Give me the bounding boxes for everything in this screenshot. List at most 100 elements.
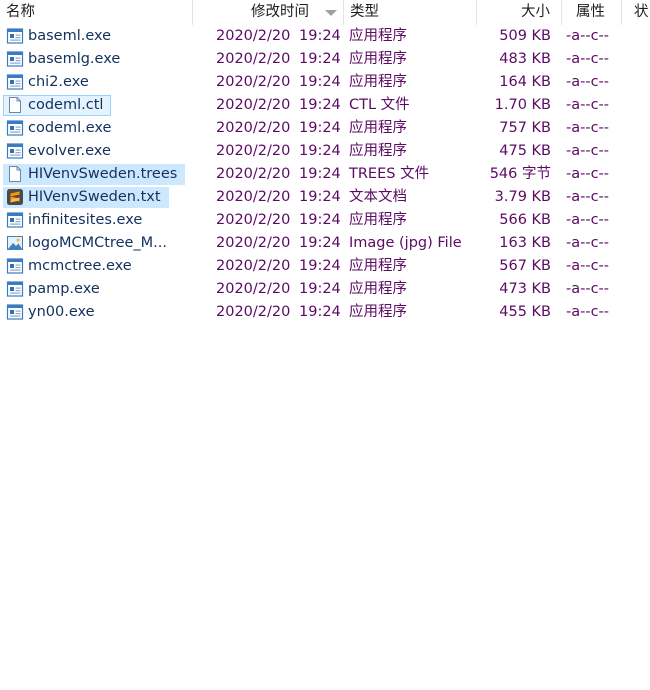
file-date: 2020/2/20 (216, 304, 291, 320)
file-name: basemlg.exe (28, 51, 121, 67)
file-row[interactable]: HIVenvSweden.trees 2020/2/20 19:24 TREES 文件… (0, 163, 650, 186)
file-attributes: -a--c-- (566, 143, 610, 159)
file-row[interactable]: infinitesites.exe 2020/2/20 19:24 应用程序 566 K… (0, 209, 650, 232)
file-list: baseml.exe 2020/2/20 19:24 应用程序 509 KB -a--c-… (0, 25, 650, 324)
exe-icon (6, 257, 24, 275)
file-type: 应用程序 (349, 51, 407, 67)
file-date: 2020/2/20 (216, 120, 291, 136)
column-header-name[interactable]: 名称 (0, 0, 193, 25)
file-name-cell[interactable]: codeml.exe (3, 118, 119, 139)
file-time: 19:24 (299, 304, 341, 320)
file-row[interactable]: logoMCMCtree_M... 2020/2/20 19:24 Image (jp… (0, 232, 650, 255)
file-name-cell[interactable]: pamp.exe (3, 279, 108, 300)
file-row[interactable]: pamp.exe 2020/2/20 19:24 应用程序 473 KB -a--c-- (0, 278, 650, 301)
file-date: 2020/2/20 (216, 281, 291, 297)
file-size: 163 KB (499, 235, 551, 251)
file-name-cell[interactable]: chi2.exe (3, 72, 97, 93)
file-icon (6, 96, 24, 114)
file-type: 应用程序 (349, 74, 407, 90)
exe-icon (6, 142, 24, 160)
file-size: 475 KB (499, 143, 551, 159)
file-row[interactable]: HIVenvSweden.txt 2020/2/20 19:24 文本文档 3.79 K… (0, 186, 650, 209)
file-row[interactable]: chi2.exe 2020/2/20 19:24 应用程序 164 KB -a--c-- (0, 71, 650, 94)
file-row[interactable]: codeml.ctl 2020/2/20 19:24 CTL 文件 1.70 KB -a-… (0, 94, 650, 117)
file-name: chi2.exe (28, 74, 89, 90)
file-size: 455 KB (499, 304, 551, 320)
file-attributes: -a--c-- (566, 189, 610, 205)
file-type: CTL 文件 (349, 97, 410, 113)
file-name: evolver.exe (28, 143, 111, 159)
file-row[interactable]: baseml.exe 2020/2/20 19:24 应用程序 509 KB -a--c-… (0, 25, 650, 48)
file-attributes: -a--c-- (566, 281, 610, 297)
column-header-date-modified[interactable]: 修改时间 (193, 0, 344, 25)
file-name-cell[interactable]: HIVenvSweden.txt (3, 187, 169, 208)
file-name-cell[interactable]: yn00.exe (3, 302, 103, 323)
file-name-cell[interactable]: logoMCMCtree_M... (3, 233, 175, 254)
file-time: 19:24 (299, 235, 341, 251)
file-date: 2020/2/20 (216, 212, 291, 228)
exe-icon (6, 211, 24, 229)
file-attributes: -a--c-- (566, 74, 610, 90)
file-time: 19:24 (299, 189, 341, 205)
file-row[interactable]: mcmctree.exe 2020/2/20 19:24 应用程序 567 KB -a--… (0, 255, 650, 278)
column-header-size[interactable]: 大小 (477, 0, 562, 25)
file-size: 483 KB (499, 51, 551, 67)
file-name-cell[interactable]: HIVenvSweden.trees (3, 164, 185, 185)
file-date: 2020/2/20 (216, 143, 291, 159)
file-time: 19:24 (299, 28, 341, 44)
file-name: pamp.exe (28, 281, 100, 297)
image-icon (6, 234, 24, 252)
file-size: 164 KB (499, 74, 551, 90)
column-header-status[interactable]: 状 (622, 0, 650, 25)
file-type: Image (jpg) File (349, 235, 462, 251)
file-name: HIVenvSweden.txt (28, 189, 161, 205)
file-size: 546 字节 (489, 166, 551, 182)
file-attributes: -a--c-- (566, 28, 610, 44)
file-attributes: -a--c-- (566, 97, 610, 113)
file-size: 509 KB (499, 28, 551, 44)
exe-icon (6, 119, 24, 137)
file-name: mcmctree.exe (28, 258, 132, 274)
file-attributes: -a--c-- (566, 51, 610, 67)
exe-icon (6, 27, 24, 45)
file-date: 2020/2/20 (216, 258, 291, 274)
file-row[interactable]: evolver.exe 2020/2/20 19:24 应用程序 475 KB -a--c… (0, 140, 650, 163)
file-name: codeml.ctl (28, 97, 104, 113)
column-header-attributes[interactable]: 属性 (562, 0, 622, 25)
file-type: 文本文档 (349, 189, 407, 205)
file-row[interactable]: basemlg.exe 2020/2/20 19:24 应用程序 483 KB -a--c… (0, 48, 650, 71)
exe-icon (6, 303, 24, 321)
file-name: HIVenvSweden.trees (28, 166, 178, 182)
file-name-cell[interactable]: codeml.ctl (3, 95, 111, 116)
exe-icon (6, 73, 24, 91)
file-type: 应用程序 (349, 304, 407, 320)
file-type: 应用程序 (349, 143, 407, 159)
file-attributes: -a--c-- (566, 304, 610, 320)
file-attributes: -a--c-- (566, 235, 610, 251)
column-header-type[interactable]: 类型 (344, 0, 477, 25)
file-type: 应用程序 (349, 28, 407, 44)
file-name-cell[interactable]: baseml.exe (3, 26, 119, 47)
file-date: 2020/2/20 (216, 51, 291, 67)
file-time: 19:24 (299, 166, 341, 182)
file-date: 2020/2/20 (216, 166, 291, 182)
file-name: yn00.exe (28, 304, 95, 320)
file-icon (6, 165, 24, 183)
file-date: 2020/2/20 (216, 235, 291, 251)
file-name-cell[interactable]: evolver.exe (3, 141, 119, 162)
file-time: 19:24 (299, 51, 341, 67)
file-row[interactable]: yn00.exe 2020/2/20 19:24 应用程序 455 KB -a--c-- (0, 301, 650, 324)
file-type: 应用程序 (349, 120, 407, 136)
file-date: 2020/2/20 (216, 28, 291, 44)
file-name-cell[interactable]: basemlg.exe (3, 49, 128, 70)
file-date: 2020/2/20 (216, 74, 291, 90)
file-attributes: -a--c-- (566, 120, 610, 136)
file-attributes: -a--c-- (566, 258, 610, 274)
file-size: 757 KB (499, 120, 551, 136)
file-name-cell[interactable]: infinitesites.exe (3, 210, 150, 231)
file-time: 19:24 (299, 143, 341, 159)
file-name-cell[interactable]: mcmctree.exe (3, 256, 140, 277)
file-size: 566 KB (499, 212, 551, 228)
file-row[interactable]: codeml.exe 2020/2/20 19:24 应用程序 757 KB -a--c-… (0, 117, 650, 140)
file-size: 567 KB (499, 258, 551, 274)
